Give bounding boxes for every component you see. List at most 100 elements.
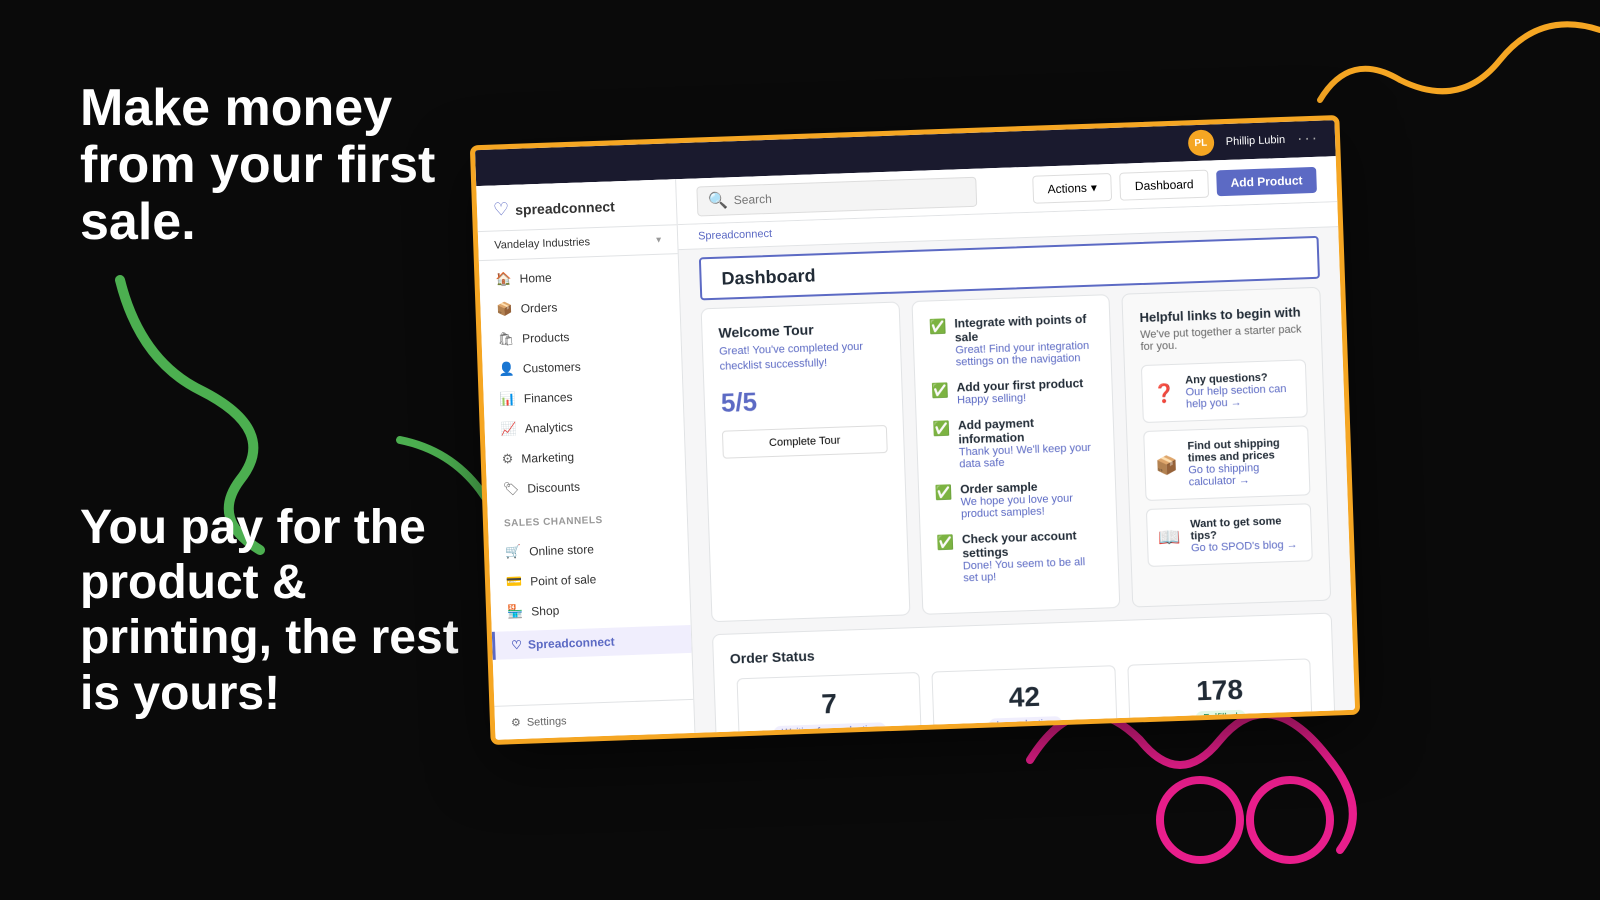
helpful-item-2[interactable]: 📖 Want to get some tips? Go to SPOD's bl… xyxy=(1146,503,1313,567)
helpful-item-sub-1: Go to shipping calculator → xyxy=(1188,461,1299,489)
sidebar-footer[interactable]: ⚙ Settings xyxy=(494,699,694,740)
stat-number-1: 42 xyxy=(945,679,1103,716)
dashboard-button[interactable]: Dashboard xyxy=(1119,169,1209,200)
helpful-subtitle: We've put together a starter pack for yo… xyxy=(1140,323,1305,353)
check-sub-4: Done! You seem to be all set up! xyxy=(963,556,1103,585)
settings-icon: ⚙ xyxy=(511,716,521,729)
marketing-icon: ⚙ xyxy=(501,451,513,467)
stat-number-2: 178 xyxy=(1140,672,1298,709)
shop-icon: 🏪 xyxy=(507,604,524,621)
sidebar-item-discounts-label: Discounts xyxy=(527,480,580,496)
logo-text: spreadconnect xyxy=(515,198,615,217)
admin-dots: ··· xyxy=(1297,130,1320,149)
home-icon: 🏠 xyxy=(495,271,512,288)
check-sub-3: We hope you love your product samples! xyxy=(960,492,1100,521)
order-stat-2: 178 Fulfilled xyxy=(1127,658,1313,733)
sidebar-item-home-label: Home xyxy=(519,271,551,286)
blog-icon: 📖 xyxy=(1158,526,1181,548)
spreadconnect-icon: ♡ xyxy=(511,638,522,652)
add-product-label: Add Product xyxy=(1230,173,1302,190)
sidebar-item-analytics-label: Analytics xyxy=(525,420,573,436)
topbar-actions: Actions ▾ Dashboard Add Product xyxy=(1032,165,1317,203)
sidebar-item-pos-label: Point of sale xyxy=(530,572,596,588)
tour-subtitle: Great! You've completed your checklist s… xyxy=(719,339,885,376)
nav-section-sales: 🛒 Online store 💳 Point of sale 🏪 Shop xyxy=(488,527,690,632)
order-status-card: Order Status 7 Waiting for production 42… xyxy=(712,613,1336,733)
complete-tour-label: Complete Tour xyxy=(769,434,841,448)
orders-icon: 📦 xyxy=(496,301,513,318)
actions-button[interactable]: Actions ▾ xyxy=(1032,172,1112,203)
spreadconnect-label: Spreadconnect xyxy=(528,635,615,652)
settings-label: Settings xyxy=(527,715,567,728)
sidebar-item-discounts[interactable]: 🏷 Discounts xyxy=(486,468,686,505)
topbar-search-container[interactable]: 🔍 xyxy=(696,176,977,216)
search-input[interactable] xyxy=(734,185,966,207)
sidebar-item-marketing-label: Marketing xyxy=(521,450,574,466)
order-stat-1: 42 In production xyxy=(932,665,1118,733)
analytics-icon: 📈 xyxy=(500,421,517,438)
sidebar-item-shop[interactable]: 🏪 Shop xyxy=(491,591,691,628)
sidebar-item-finances-label: Finances xyxy=(524,390,573,406)
welcome-tour-card: Welcome Tour Great! You've completed you… xyxy=(701,301,910,622)
products-icon: 🛍 xyxy=(497,331,514,348)
check-item-2: ✅ Add payment information Thank you! We'… xyxy=(932,414,1098,472)
checklist-card: ✅ Integrate with points of sale Great! F… xyxy=(911,294,1121,615)
helpful-title: Helpful links to begin with xyxy=(1139,304,1304,325)
helpful-item-0[interactable]: ❓ Any questions? Our help section can he… xyxy=(1141,359,1308,423)
sidebar-item-orders-label: Orders xyxy=(520,300,557,315)
avatar: PL xyxy=(1187,129,1214,156)
order-stats-row: 7 Waiting for production 42 In productio… xyxy=(731,658,1319,733)
sidebar: ♡ spreadconnect Vandelay Industries ▾ 🏠 … xyxy=(476,179,695,740)
complete-tour-button[interactable]: Complete Tour xyxy=(722,425,888,459)
sidebar-item-products-label: Products xyxy=(522,330,570,346)
stat-label-0: Waiting for production xyxy=(773,722,886,733)
dashboard-label: Dashboard xyxy=(1135,177,1194,193)
chevron-down-icon: ▾ xyxy=(656,234,661,245)
finances-icon: 📊 xyxy=(499,391,516,408)
sidebar-item-online-store-label: Online store xyxy=(529,542,594,558)
actions-chevron-icon: ▾ xyxy=(1091,180,1098,194)
customers-icon: 👤 xyxy=(498,361,515,378)
check-icon-2: ✅ xyxy=(932,420,950,438)
shipping-icon: 📦 xyxy=(1155,454,1178,476)
stat-number-0: 7 xyxy=(750,685,908,722)
sidebar-item-shop-label: Shop xyxy=(531,604,560,619)
pos-icon: 💳 xyxy=(506,574,523,591)
check-icon-4: ✅ xyxy=(936,534,954,552)
app-layout: ♡ spreadconnect Vandelay Industries ▾ 🏠 … xyxy=(476,156,1355,740)
helpful-item-sub-2: Go to SPOD's blog → xyxy=(1191,539,1302,555)
check-item-4: ✅ Check your account settings Done! You … xyxy=(936,528,1102,586)
left-text-block: Make money from your first sale. xyxy=(80,80,500,252)
order-stat-0: 7 Waiting for production xyxy=(737,672,923,733)
sidebar-item-customers-label: Customers xyxy=(523,360,581,376)
helpful-item-1[interactable]: 📦 Find out shipping times and prices Go … xyxy=(1144,425,1311,501)
actions-label: Actions xyxy=(1047,180,1087,195)
headline: Make money from your first sale. xyxy=(80,80,500,252)
discounts-icon: 🏷 xyxy=(503,481,520,498)
add-product-button[interactable]: Add Product xyxy=(1216,166,1317,195)
dashboard-content: Welcome Tour Great! You've completed you… xyxy=(681,286,1355,733)
check-sub-0: Great! Find your integration settings on… xyxy=(955,340,1095,369)
screenshot-window: PL Phillip Lubin ··· ♡ spreadconnect Van… xyxy=(470,115,1360,745)
stat-label-2: Fulfilled xyxy=(1195,710,1246,727)
helpful-links-card: Helpful links to begin with We've put to… xyxy=(1122,287,1332,608)
main-content: 🔍 Actions ▾ Dashboard Add Product xyxy=(676,156,1355,733)
stat-label-1: In production xyxy=(988,716,1062,733)
sidebar-logo: ♡ spreadconnect xyxy=(476,179,676,232)
check-icon-0: ✅ xyxy=(929,318,947,336)
check-icon-3: ✅ xyxy=(935,484,953,502)
online-store-icon: 🛒 xyxy=(505,544,522,561)
tour-title: Welcome Tour xyxy=(718,319,883,341)
store-name: Vandelay Industries xyxy=(494,236,590,251)
helpful-item-sub-0: Our help section can help you → xyxy=(1185,383,1296,411)
check-item-1: ✅ Add your first product Happy selling! xyxy=(931,376,1096,408)
check-sub-2: Thank you! We'll keep your data safe xyxy=(959,442,1099,471)
welcome-section: Welcome Tour Great! You've completed you… xyxy=(701,287,1332,622)
check-item-3: ✅ Order sample We hope you love your pro… xyxy=(935,478,1101,522)
logo-icon: ♡ xyxy=(493,199,510,221)
check-icon-1: ✅ xyxy=(931,382,949,400)
help-icon: ❓ xyxy=(1153,382,1176,404)
search-icon: 🔍 xyxy=(708,190,729,211)
sidebar-item-spreadconnect[interactable]: ♡ Spreadconnect xyxy=(492,625,692,660)
admin-username: Phillip Lubin xyxy=(1226,134,1286,148)
